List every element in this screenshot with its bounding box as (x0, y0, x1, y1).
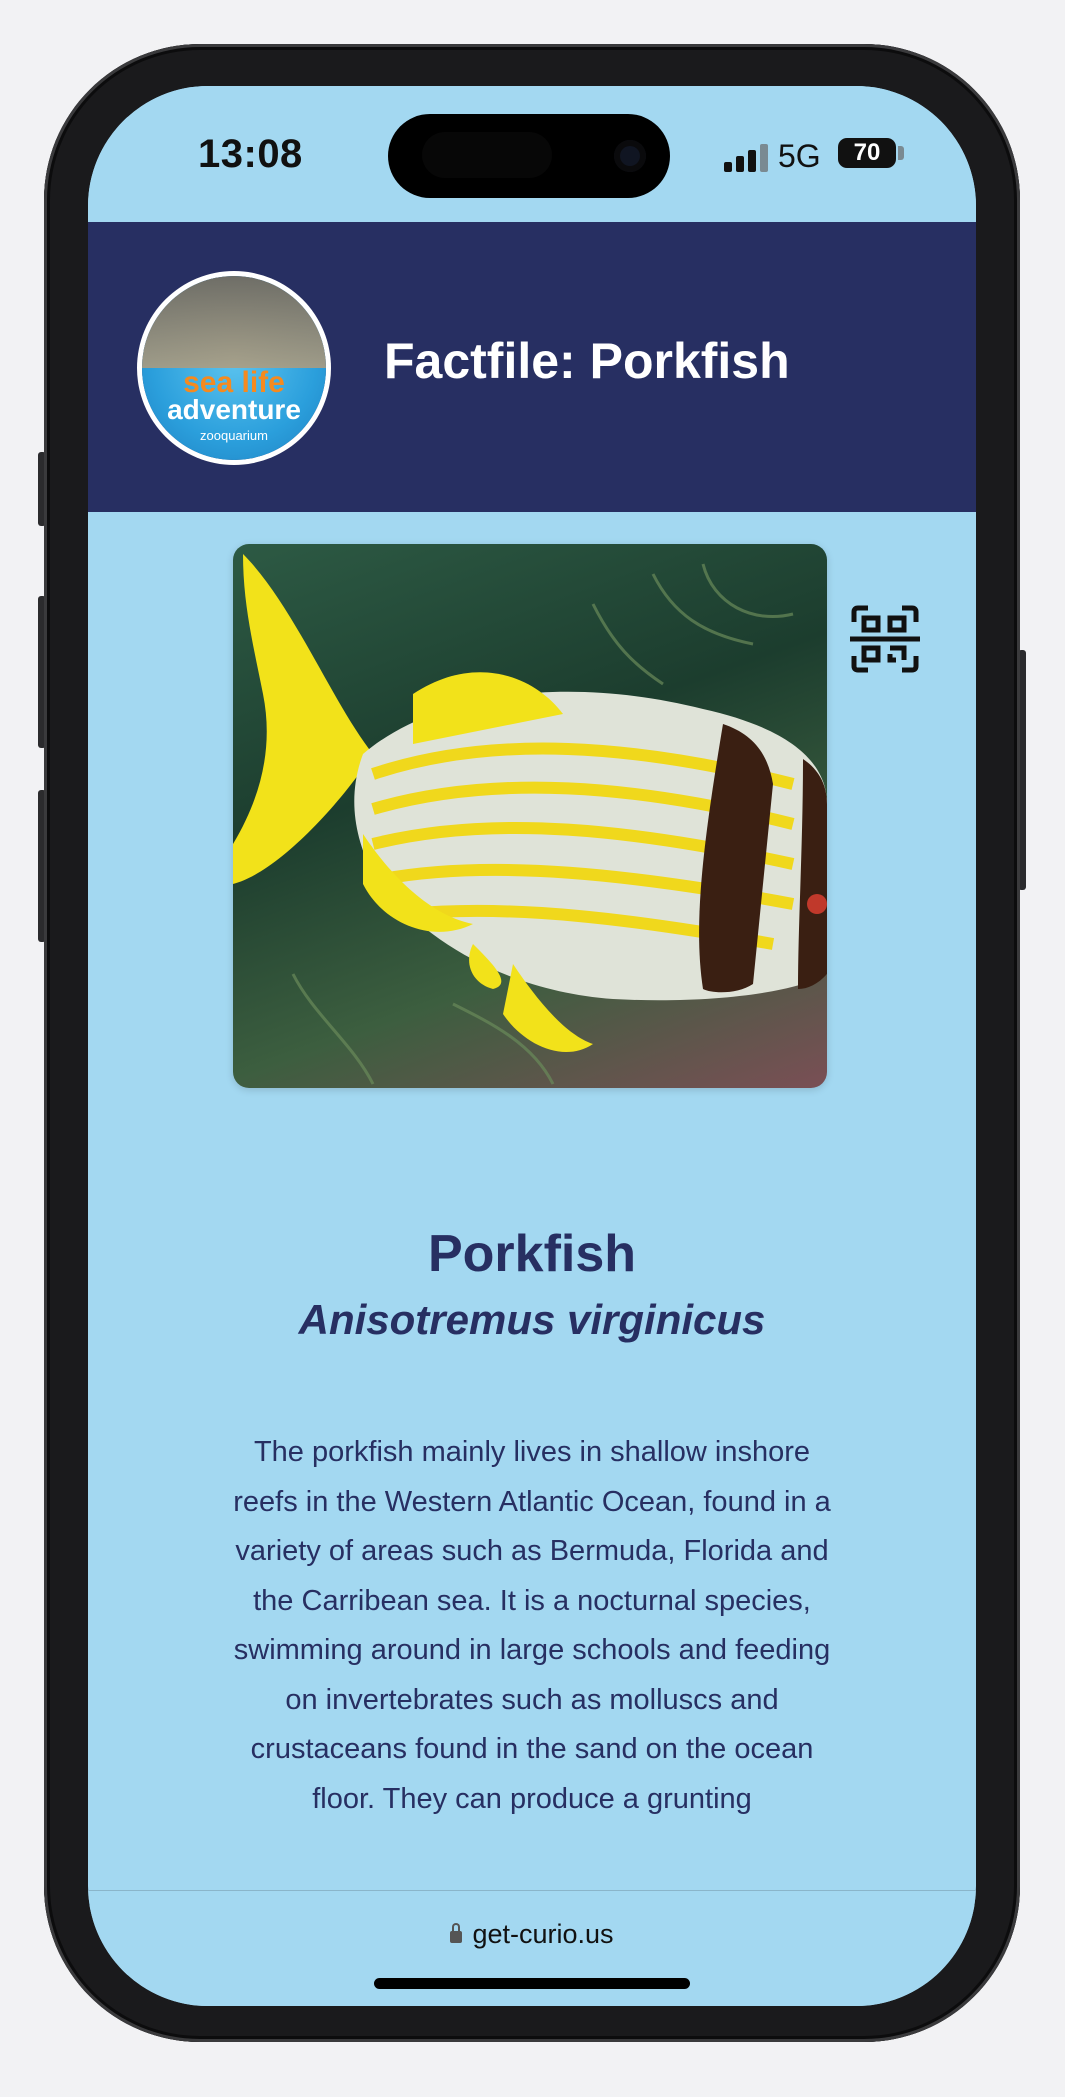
dynamic-island (388, 114, 670, 198)
camera-icon (614, 140, 646, 172)
lock-icon (450, 1923, 463, 1943)
qr-code-icon[interactable] (850, 604, 920, 674)
home-indicator[interactable] (374, 1978, 690, 1989)
url-text: get-curio.us (472, 1919, 614, 1949)
species-description: The porkfish mainly lives in shallow ins… (233, 1436, 831, 1815)
page-header: sea life adventure zooquarium Factfile: … (88, 222, 976, 512)
signal-icon (724, 144, 768, 172)
species-common-name: Porkfish (427, 1225, 637, 1283)
page-title: Factfile: Porkfish (384, 333, 790, 389)
network-type: 5G (778, 138, 821, 174)
sea-life-adventure-logo[interactable]: sea life adventure zooquarium (142, 276, 326, 460)
status-bar: 13:08 5G 70 (88, 86, 976, 222)
battery-icon: 70 (838, 138, 896, 168)
status-time: 13:08 (198, 132, 303, 176)
phone-screen: 13:08 5G 70 sea life adventure zooquariu… (88, 86, 976, 2006)
species-scientific-name: Anisotremus virginicus (298, 1296, 766, 1343)
url-display[interactable]: get-curio.us (88, 1919, 976, 1950)
battery-nub (898, 146, 904, 160)
porkfish-image (233, 544, 827, 1088)
